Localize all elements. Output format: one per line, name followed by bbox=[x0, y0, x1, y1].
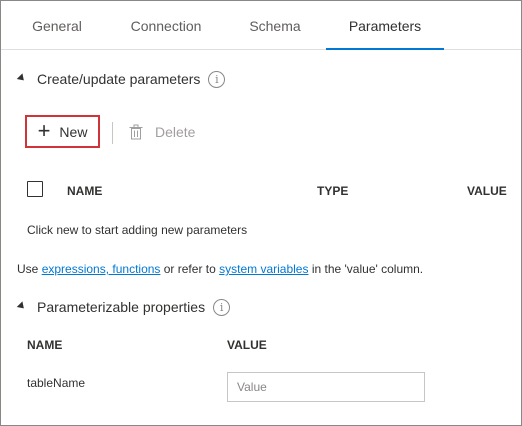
expressions-functions-link[interactable]: expressions, functions bbox=[42, 262, 161, 276]
property-name-tablename: tableName bbox=[27, 376, 86, 390]
create-parameters-header[interactable]: Create/update parameters i bbox=[16, 69, 226, 89]
parameterizable-properties-header[interactable]: Parameterizable properties i bbox=[16, 297, 231, 317]
help-text-prefix: Use bbox=[17, 262, 42, 276]
section-title: Parameterizable properties bbox=[37, 299, 206, 315]
delete-label: Delete bbox=[155, 123, 196, 140]
tab-general[interactable]: General bbox=[19, 1, 95, 49]
info-icon[interactable]: i bbox=[208, 70, 226, 88]
trash-icon bbox=[129, 124, 143, 139]
system-variables-link[interactable]: system variables bbox=[219, 262, 308, 276]
column-header-type[interactable]: TYPE bbox=[317, 184, 348, 198]
tab-connection[interactable]: Connection bbox=[121, 1, 211, 49]
property-header-value: VALUE bbox=[227, 338, 267, 352]
info-icon[interactable]: i bbox=[213, 298, 231, 316]
help-text-middle: or refer to bbox=[160, 262, 220, 276]
new-label: New bbox=[59, 123, 88, 140]
column-header-name[interactable]: NAME bbox=[67, 184, 102, 198]
empty-state-message: Click new to start adding new parameters bbox=[27, 223, 248, 237]
property-header-name: NAME bbox=[27, 338, 63, 352]
help-text-suffix: in the 'value' column. bbox=[308, 262, 424, 276]
help-text: Use expressions, functions or refer to s… bbox=[17, 262, 423, 276]
tab-bar: General Connection Schema Parameters bbox=[1, 1, 521, 50]
tab-schema[interactable]: Schema bbox=[237, 1, 313, 49]
delete-parameter-button[interactable]: Delete bbox=[129, 115, 195, 148]
collapse-triangle-icon[interactable] bbox=[16, 301, 27, 312]
tab-parameters[interactable]: Parameters bbox=[326, 1, 444, 50]
select-all-checkbox[interactable] bbox=[27, 181, 43, 197]
toolbar-divider bbox=[112, 122, 113, 144]
section-title: Create/update parameters bbox=[37, 71, 201, 87]
plus-icon: + bbox=[37, 117, 51, 143]
column-header-value[interactable]: VALUE bbox=[467, 184, 507, 198]
tablename-value-input[interactable] bbox=[227, 372, 425, 402]
parameters-panel: General Connection Schema Parameters Cre… bbox=[0, 0, 522, 426]
new-parameter-button[interactable]: + New bbox=[25, 115, 100, 148]
collapse-triangle-icon[interactable] bbox=[16, 73, 27, 84]
